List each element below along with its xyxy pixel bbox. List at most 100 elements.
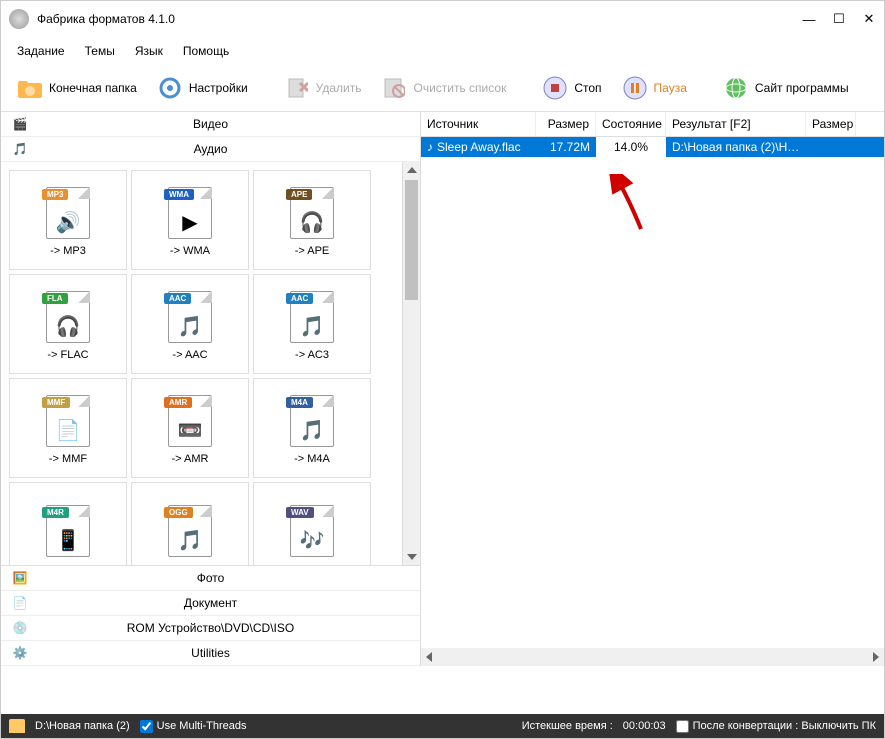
format-label: -> WMA xyxy=(170,245,210,257)
list-header: Источник Размер Состояние Результат [F2]… xyxy=(421,112,884,137)
shutdown-label: После конвертации : Выключить ПК xyxy=(693,720,876,732)
vertical-scrollbar[interactable] xyxy=(402,162,420,565)
pause-label: Пауза xyxy=(654,81,687,95)
cell-result: D:\Новая папка (2)\Но... xyxy=(666,137,806,157)
delete-label: Удалить xyxy=(316,81,362,95)
horizontal-scrollbar[interactable] xyxy=(421,648,884,666)
format-cell-amr[interactable]: AMR📼 -> AMR xyxy=(131,378,249,478)
format-cell-wma[interactable]: WMA▶ -> WMA xyxy=(131,170,249,270)
folder-icon xyxy=(17,75,43,101)
format-icon: WMA▶ xyxy=(166,183,214,239)
format-icon: MP3🔊 xyxy=(44,183,92,239)
format-icon: WAV🎶 xyxy=(288,501,336,557)
format-cell-fla[interactable]: FLA🎧-> FLAC xyxy=(9,274,127,374)
format-cell-mmf[interactable]: MMF📄 -> MMF xyxy=(9,378,127,478)
gear-icon: ⚙️ xyxy=(9,643,31,663)
multithreads-toggle[interactable]: Use Multi-Threads xyxy=(140,720,247,733)
output-folder-button[interactable]: Конечная папка xyxy=(9,71,145,105)
list-row[interactable]: ♪Sleep Away.flac 17.72M 14.0% D:\Новая п… xyxy=(421,137,884,157)
stop-label: Стоп xyxy=(574,81,601,95)
clear-list-button: Очистить список xyxy=(373,71,514,105)
menu-language[interactable]: Язык xyxy=(127,41,171,61)
category-document-label: Документ xyxy=(39,596,412,610)
format-label: -> M4A xyxy=(294,453,330,465)
globe-icon xyxy=(723,75,749,101)
format-cell-ape[interactable]: APE🎧-> APE xyxy=(253,170,371,270)
category-rom[interactable]: 💿 ROM Устройство\DVD\CD\ISO xyxy=(1,616,420,641)
stop-icon xyxy=(542,75,568,101)
shutdown-checkbox[interactable] xyxy=(676,720,689,733)
category-photo[interactable]: 🖼️ Фото xyxy=(1,566,420,591)
format-grid: MP3🔊 -> MP3 WMA▶ -> WMA APE🎧-> APE FLA🎧-> FLA… xyxy=(1,162,402,565)
format-label: -> AC3 xyxy=(295,349,329,361)
app-icon xyxy=(9,9,29,29)
clear-list-label: Очистить список xyxy=(413,81,506,95)
delete-icon xyxy=(284,75,310,101)
category-audio[interactable]: 🎵 Аудио xyxy=(1,137,420,162)
pause-button[interactable]: Пауза xyxy=(614,71,695,105)
main-content: 🎬 Видео 🎵 Аудио MP3🔊 -> MP3 WMA▶ -> WMA APE🎧… xyxy=(1,112,884,666)
maximize-button[interactable]: ☐ xyxy=(832,12,846,26)
photo-icon: 🖼️ xyxy=(9,568,31,588)
elapsed-label: Истекшее время : xyxy=(522,720,613,732)
col-header-size[interactable]: Размер xyxy=(536,112,596,136)
close-button[interactable]: ✕ xyxy=(862,12,876,26)
format-cell-mp3[interactable]: MP3🔊 -> MP3 xyxy=(9,170,127,270)
format-icon: AAC🎵 xyxy=(166,287,214,343)
shutdown-toggle[interactable]: После конвертации : Выключить ПК xyxy=(676,720,876,733)
format-label: -> MP3 xyxy=(50,245,86,257)
format-label: -> FLAC xyxy=(47,349,88,361)
folder-icon[interactable] xyxy=(9,719,25,733)
menu-task[interactable]: Задание xyxy=(9,41,73,61)
format-icon: OGG🎵 xyxy=(166,501,214,557)
document-icon: 📄 xyxy=(9,593,31,613)
format-cell-aac[interactable]: AAC🎵-> AAC xyxy=(131,274,249,374)
minimize-button[interactable]: — xyxy=(802,12,816,26)
app-title: Фабрика форматов 4.1.0 xyxy=(37,12,802,26)
category-document[interactable]: 📄 Документ xyxy=(1,591,420,616)
format-icon: APE🎧 xyxy=(288,183,336,239)
format-cell-aac[interactable]: AAC🎵 -> AC3 xyxy=(253,274,371,374)
format-icon: AAC🎵 xyxy=(288,287,336,343)
col-header-rsize[interactable]: Размер xyxy=(806,112,856,136)
elapsed-value: 00:00:03 xyxy=(623,720,666,732)
category-video[interactable]: 🎬 Видео xyxy=(1,112,420,137)
category-audio-label: Аудио xyxy=(39,142,412,156)
format-label: -> MMF xyxy=(49,453,87,465)
music-file-icon: ♪ xyxy=(427,140,433,154)
format-icon: MMF📄 xyxy=(44,391,92,447)
gear-icon xyxy=(157,75,183,101)
delete-button: Удалить xyxy=(276,71,370,105)
status-folder[interactable]: D:\Новая папка (2) xyxy=(35,720,130,732)
menu-help[interactable]: Помощь xyxy=(175,41,237,61)
format-icon: AMR📼 xyxy=(166,391,214,447)
cell-rsize xyxy=(806,144,856,150)
menu-themes[interactable]: Темы xyxy=(77,41,123,61)
category-utilities-label: Utilities xyxy=(39,646,412,660)
website-label: Сайт программы xyxy=(755,81,849,95)
format-cell-wav[interactable]: WAV🎶 xyxy=(253,482,371,565)
category-utilities[interactable]: ⚙️ Utilities xyxy=(1,641,420,666)
col-header-source[interactable]: Источник xyxy=(421,112,536,136)
format-label: -> AMR xyxy=(172,453,209,465)
format-cell-m4r[interactable]: M4R📱 xyxy=(9,482,127,565)
format-icon: M4R📱 xyxy=(44,501,92,557)
titlebar: Фабрика форматов 4.1.0 — ☐ ✕ xyxy=(1,1,884,37)
cell-state: 14.0% xyxy=(596,137,666,157)
website-button[interactable]: Сайт программы xyxy=(715,71,857,105)
category-video-label: Видео xyxy=(39,117,412,131)
col-header-result[interactable]: Результат [F2] xyxy=(666,112,806,136)
col-header-state[interactable]: Состояние xyxy=(596,112,666,136)
format-cell-m4a[interactable]: M4A🎵-> M4A xyxy=(253,378,371,478)
output-folder-label: Конечная папка xyxy=(49,81,137,95)
scrollbar-thumb[interactable] xyxy=(405,180,418,300)
stop-button[interactable]: Стоп xyxy=(534,71,609,105)
statusbar: D:\Новая папка (2) Use Multi-Threads Ист… xyxy=(1,714,884,738)
cell-size: 17.72M xyxy=(536,137,596,157)
settings-button[interactable]: Настройки xyxy=(149,71,256,105)
multithreads-checkbox[interactable] xyxy=(140,720,153,733)
right-panel: Источник Размер Состояние Результат [F2]… xyxy=(421,112,884,666)
format-cell-ogg[interactable]: OGG🎵 xyxy=(131,482,249,565)
pause-icon xyxy=(622,75,648,101)
settings-label: Настройки xyxy=(189,81,248,95)
